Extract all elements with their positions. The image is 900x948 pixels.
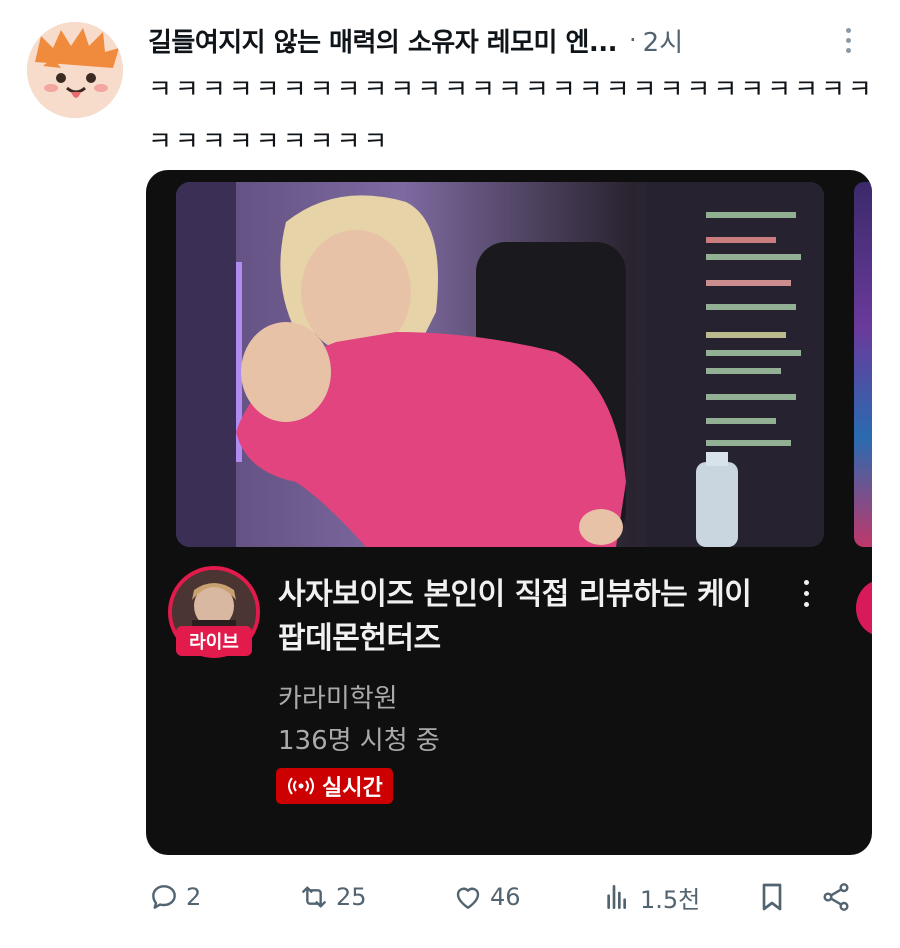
tweet-header: 길들여지지 않는 매력의 소유자 레모미 엔... · 2시	[148, 18, 860, 62]
viewer-count: 136명 시청 중	[278, 726, 440, 756]
tweet-text: ㅋㅋㅋㅋㅋㅋㅋㅋㅋㅋㅋㅋㅋㅋㅋㅋㅋㅋㅋㅋㅋㅋㅋㅋㅋㅋㅋㅋㅋㅋㅋㅋㅋㅋㅋㅋ	[148, 75, 875, 157]
live-status-pill: 실시간	[276, 768, 393, 804]
share-icon	[823, 883, 849, 911]
next-channel-avatar[interactable]	[856, 580, 872, 636]
video-card[interactable]: 라이브 사자보이즈 본인이 직접 리뷰하는 케이팝데몬헌터즈 카라미학원 136…	[146, 170, 872, 855]
analytics-icon	[607, 885, 626, 909]
like-button[interactable]: 46	[452, 872, 521, 922]
tweet-time[interactable]: 2시	[643, 22, 683, 59]
more-options-icon[interactable]	[836, 22, 860, 58]
reply-count: 2	[186, 883, 202, 911]
video-title[interactable]: 사자보이즈 본인이 직접 리뷰하는 케이팝데몬헌터즈	[278, 573, 778, 661]
video-menu-icon[interactable]	[796, 580, 816, 616]
bookmark-icon	[762, 883, 782, 911]
live-label: 실시간	[322, 776, 383, 801]
share-button[interactable]	[820, 872, 852, 922]
like-count: 46	[490, 883, 521, 911]
bookmark-button[interactable]	[756, 872, 788, 922]
cartoon-face-icon	[27, 22, 123, 118]
retweet-button[interactable]: 25	[298, 872, 367, 922]
video-thumbnail[interactable]	[176, 182, 824, 547]
streamer-image	[176, 182, 824, 547]
live-badge: 라이브	[176, 626, 252, 656]
broadcast-icon	[288, 777, 314, 795]
tweet-actions: 2 25 46 1.5천	[146, 872, 876, 922]
views-button[interactable]: 1.5천	[602, 872, 700, 922]
view-count: 1.5천	[640, 885, 701, 914]
reply-icon	[152, 885, 176, 909]
reply-button[interactable]: 2	[148, 872, 201, 922]
author-avatar[interactable]	[27, 22, 123, 118]
separator-dot: ·	[629, 26, 637, 54]
retweet-icon	[302, 886, 326, 908]
next-video-thumbnail[interactable]	[854, 182, 872, 547]
author-name[interactable]: 길들여지지 않는 매력의 소유자 레모미 엔...	[148, 22, 617, 59]
retweet-count: 25	[336, 883, 367, 911]
heart-icon	[456, 887, 480, 909]
channel-name[interactable]: 카라미학원	[278, 678, 398, 715]
